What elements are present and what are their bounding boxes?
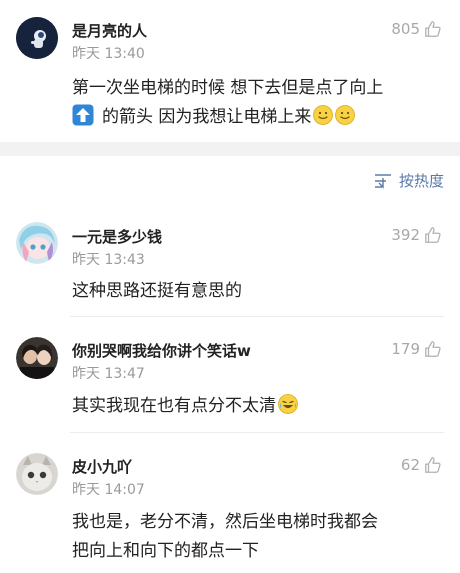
comment-username[interactable]: 一元是多少钱	[72, 226, 162, 247]
sort-label: 按热度	[398, 172, 444, 190]
post-text-line-2-text: 的箭头 因为我想让电梯上来	[102, 107, 312, 127]
comment-username[interactable]: 你别哭啊我给你讲个笑话w	[72, 340, 251, 361]
thumbs-up-icon	[425, 457, 441, 473]
main-post: 是月亮的人 昨天 13:40 805 第一次坐电梯的时候 想下去但是点了向上 的…	[0, 0, 460, 142]
up-arrow-emoji-icon	[72, 104, 94, 137]
comment-like-button[interactable]: 392	[391, 226, 442, 244]
comment-divider	[70, 316, 444, 317]
post-like-count: 805	[391, 20, 420, 38]
post-avatar[interactable]	[16, 17, 58, 59]
comment-avatar[interactable]	[16, 222, 58, 264]
smiling-face-emoji-icon	[313, 105, 334, 136]
post-time: 昨天 13:40	[72, 46, 145, 62]
thumbs-up-icon	[425, 341, 441, 357]
post-like-button[interactable]: 805	[391, 20, 442, 38]
comment-time: 昨天 13:43	[72, 252, 145, 268]
comment-like-count: 392	[391, 226, 420, 244]
smiling-face-emoji-icon	[335, 105, 356, 136]
comment-like-button[interactable]: 62	[401, 456, 442, 474]
comment-avatar[interactable]	[16, 337, 58, 379]
comment-text-row: 其实我现在也有点分不太清	[72, 391, 298, 425]
post-text-line-2: 的箭头 因为我想让电梯上来	[72, 102, 356, 137]
comment-like-button[interactable]: 179	[391, 340, 442, 358]
cat-avatar-image	[16, 453, 58, 495]
sort-lines-icon	[374, 173, 391, 189]
comment-text: 这种思路还挺有意思的	[72, 281, 242, 301]
post-text-line-1: 第一次坐电梯的时候 想下去但是点了向上	[72, 78, 384, 98]
comment-avatar[interactable]	[16, 453, 58, 495]
couple-photo-avatar-image	[16, 337, 58, 379]
thumbs-up-icon	[425, 21, 441, 37]
thumbs-up-icon	[425, 227, 441, 243]
section-separator	[0, 142, 460, 156]
astronaut-avatar-image	[16, 17, 58, 59]
comment-text-line-1: 我也是，老分不清，然后坐电梯时我都会	[72, 512, 378, 532]
comment-text-line-2: 把向上和向下的都点一下	[72, 541, 259, 561]
post-username[interactable]: 是月亮的人	[72, 20, 147, 41]
comment-text: 其实我现在也有点分不太清	[72, 396, 276, 416]
laughing-crying-emoji-icon	[278, 394, 298, 425]
comment-username[interactable]: 皮小九吖	[72, 456, 132, 477]
comment-divider	[70, 432, 444, 433]
comment-time: 昨天 14:07	[72, 482, 145, 498]
sort-by-popularity-button[interactable]: 按热度	[374, 170, 444, 191]
comment-like-count: 62	[400, 456, 420, 474]
comment-time: 昨天 13:47	[72, 366, 145, 382]
anime-girl-avatar-image	[16, 222, 58, 264]
comment-like-count: 179	[391, 340, 420, 358]
